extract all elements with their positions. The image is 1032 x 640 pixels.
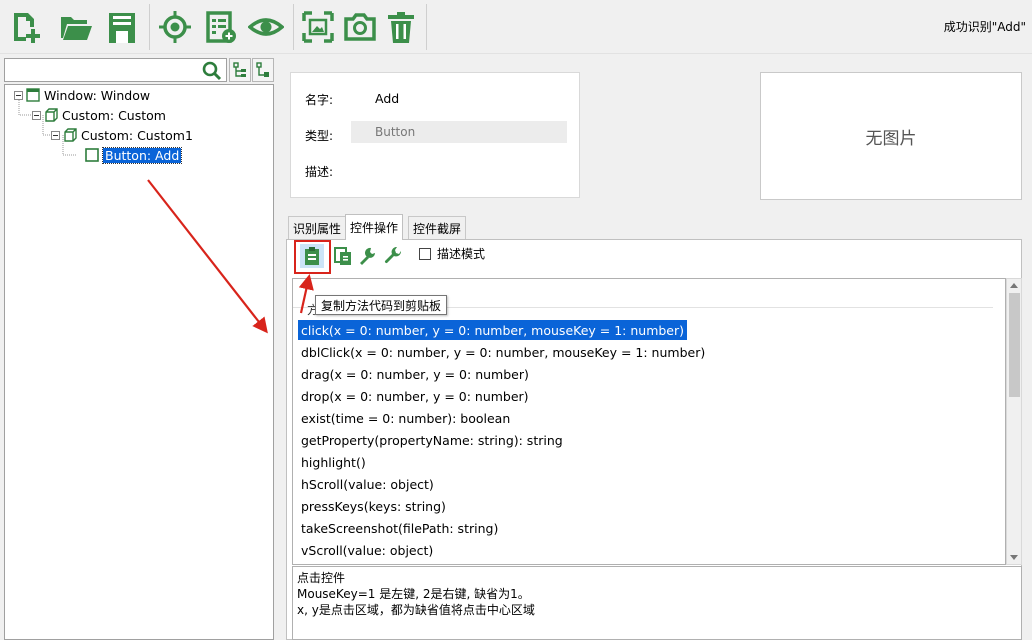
object-tree: Window: Window Custom: Custom Custom: Cu…	[4, 84, 274, 640]
capture-frame-button[interactable]	[300, 8, 336, 46]
open-folder-button[interactable]	[58, 8, 94, 46]
tree-node-custom[interactable]: Custom: Custom	[32, 106, 166, 124]
no-image-text: 无图片	[865, 128, 917, 149]
collapse-toggle[interactable]	[51, 130, 60, 140]
collapse-toggle[interactable]	[14, 90, 23, 100]
toolbar-separator	[149, 4, 150, 50]
tree-node-custom1[interactable]: Custom: Custom1	[51, 126, 193, 144]
save-button[interactable]	[104, 8, 140, 46]
scroll-down-arrow-icon[interactable]	[1010, 555, 1018, 560]
type-label: 类型:	[305, 129, 334, 143]
main-toolbar: 成功识别"Add"	[0, 0, 1032, 54]
description-label: 描述:	[305, 165, 334, 179]
description-line: 点击控件	[297, 571, 346, 585]
list-add-icon	[206, 11, 236, 43]
collapse-tree-icon	[256, 62, 269, 77]
method-item[interactable]: highlight()	[298, 452, 369, 472]
method-item[interactable]: exist(time = 0: number): boolean	[298, 408, 513, 428]
capture-frame-icon	[302, 11, 334, 43]
camera-icon	[344, 13, 376, 41]
tooltip: 复制方法代码到剪贴板	[315, 295, 448, 315]
description-line: MouseKey=1 是左键, 2是右键, 缺省为1。	[297, 587, 530, 601]
toolbar-separator	[426, 4, 427, 50]
delete-button[interactable]	[383, 8, 419, 46]
status-text: 成功识别"Add"	[943, 20, 1026, 34]
method-item[interactable]: hScroll(value: object)	[298, 474, 437, 494]
new-file-button[interactable]	[8, 8, 44, 46]
list-add-button[interactable]	[202, 8, 238, 46]
control-image-preview: 无图片	[760, 72, 1022, 200]
type-value: Button	[375, 125, 416, 139]
control-info-panel: 名字: Add 类型: Button 描述:	[290, 72, 580, 198]
description-mode-checkbox[interactable]	[419, 247, 431, 260]
cube-icon	[45, 108, 58, 122]
camera-button[interactable]	[342, 8, 378, 46]
tab-label: 控件截屏	[413, 221, 462, 236]
method-list: 方 click(x = 0: number, y = 0: number, mo…	[292, 278, 1006, 565]
wrench-icon	[384, 247, 402, 264]
target-button[interactable]	[157, 8, 193, 46]
target-icon	[159, 11, 191, 43]
new-file-icon	[14, 13, 40, 43]
description-line: x, y是点击区域，都为缺省值将点击中心区域	[297, 603, 535, 617]
wrench-icon	[360, 247, 375, 265]
method-description-panel: 点击控件 MouseKey=1 是左键, 2是右键, 缺省为1。 x, y是点击…	[292, 566, 1022, 640]
save-icon	[109, 13, 135, 43]
tab-label: 控件操作	[350, 221, 399, 235]
method-item[interactable]: takeScreenshot(filePath: string)	[298, 518, 501, 538]
collapse-all-button[interactable]	[252, 58, 274, 82]
button-control-icon	[85, 148, 99, 162]
name-label: 名字:	[305, 93, 334, 107]
expand-tree-icon	[233, 62, 246, 77]
eye-icon	[248, 18, 284, 36]
tree-search-input[interactable]	[4, 58, 227, 82]
eye-button[interactable]	[248, 8, 284, 46]
tool-button[interactable]	[356, 244, 380, 268]
window-icon	[26, 88, 40, 102]
method-item[interactable]: drag(x = 0: number, y = 0: number)	[298, 364, 532, 384]
annotation-highlight-box	[294, 240, 331, 274]
settings-tool-button[interactable]	[381, 244, 405, 268]
method-item[interactable]: getProperty(propertyName: string): strin…	[298, 430, 566, 450]
app-window: 成功识别"Add" Window: Window Custom: Custom …	[0, 0, 1032, 640]
name-value: Add	[375, 91, 400, 106]
scroll-thumb[interactable]	[1009, 293, 1020, 397]
collapse-toggle[interactable]	[32, 110, 41, 120]
description-mode-toggle[interactable]: 描述模式	[419, 245, 485, 262]
tree-node-label: Button: Add	[101, 146, 183, 164]
tree-node-label: Window: Window	[44, 87, 151, 103]
copy-code-button[interactable]	[331, 244, 355, 268]
description-mode-label: 描述模式	[437, 247, 486, 261]
tab-control-screenshot[interactable]: 控件截屏	[408, 216, 467, 239]
method-item[interactable]: pressKeys(keys: string)	[298, 496, 449, 516]
copy-document-icon	[334, 247, 351, 265]
tab-recognition-properties[interactable]: 识别属性	[288, 216, 347, 239]
tree-node-label: Custom: Custom	[62, 107, 166, 123]
tree-node-label: Custom: Custom1	[81, 127, 193, 143]
method-list-scrollbar[interactable]	[1006, 278, 1022, 565]
cube-icon	[64, 128, 77, 142]
tab-control-operations[interactable]: 控件操作	[345, 214, 404, 240]
expand-all-button[interactable]	[229, 58, 251, 82]
open-folder-icon	[61, 17, 92, 40]
method-item[interactable]: dblClick(x = 0: number, y = 0: number, m…	[298, 342, 708, 362]
method-item[interactable]: vScroll(value: object)	[298, 540, 436, 560]
search-icon[interactable]	[202, 61, 222, 81]
trash-icon	[388, 12, 414, 43]
type-field: Button	[351, 121, 567, 143]
toolbar-separator	[293, 4, 294, 50]
tab-label: 识别属性	[293, 221, 342, 236]
tree-node-button-add[interactable]: Button: Add	[85, 146, 183, 164]
method-item[interactable]: click(x = 0: number, y = 0: number, mous…	[298, 320, 688, 340]
method-item[interactable]: drop(x = 0: number, y = 0: number)	[298, 386, 532, 406]
scroll-up-arrow-icon[interactable]	[1010, 283, 1018, 288]
tree-node-window[interactable]: Window: Window	[14, 86, 150, 104]
